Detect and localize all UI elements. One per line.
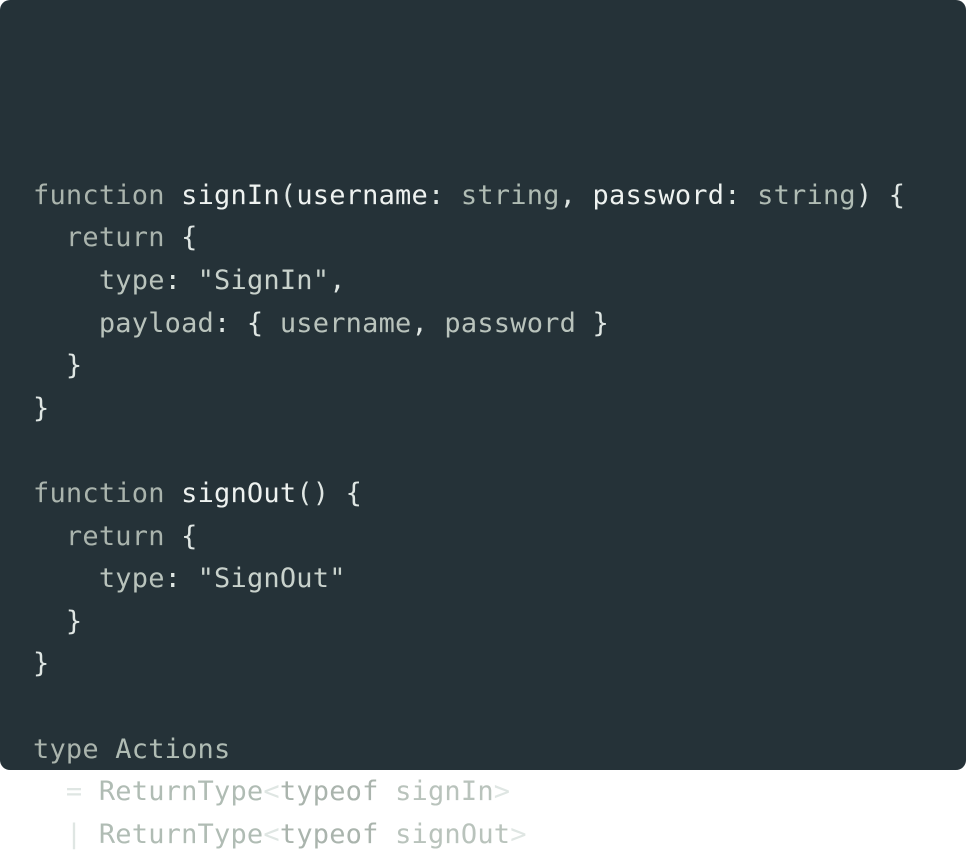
code-token-keyword: type bbox=[33, 733, 116, 765]
code-line: return { bbox=[33, 217, 966, 260]
code-line: type: "SignOut" bbox=[33, 558, 966, 601]
code-token-keyword: function bbox=[33, 477, 182, 509]
code-token-keyword: typeof bbox=[279, 818, 396, 850]
code-token-punct: { bbox=[181, 520, 198, 552]
code-token-type: string bbox=[460, 179, 560, 211]
code-line: function signOut() { bbox=[33, 473, 966, 516]
code-line: payload: { username, password } bbox=[33, 303, 966, 346]
code-token-keyword: function bbox=[33, 179, 182, 211]
code-token-punct: ( bbox=[279, 179, 297, 211]
code-token-keyword: typeof bbox=[279, 776, 396, 808]
code-token-punct: , bbox=[559, 179, 593, 211]
code-token-ref: signIn bbox=[395, 776, 494, 808]
code-token-punct: : bbox=[427, 179, 461, 211]
code-line: type Actions bbox=[33, 729, 966, 772]
code-token-punct: = bbox=[33, 776, 99, 808]
code-token-ref: username bbox=[279, 307, 412, 339]
code-token-ref: signOut bbox=[395, 818, 511, 850]
code-line: } bbox=[33, 388, 966, 431]
code-token-angle: > bbox=[510, 818, 527, 850]
code-token-prop: payload bbox=[33, 307, 215, 339]
code-token-name: password bbox=[592, 179, 725, 211]
code-token-prop: type bbox=[33, 264, 165, 296]
code-block: function signIn(username: string, passwo… bbox=[33, 47, 966, 856]
code-token-punct: : bbox=[724, 179, 758, 211]
code-token-name: signIn bbox=[181, 179, 280, 211]
code-token-type: string bbox=[757, 179, 856, 211]
code-token-punct: } bbox=[576, 307, 609, 339]
code-token-punct: : bbox=[164, 563, 198, 595]
code-line: } bbox=[33, 643, 966, 686]
code-token-ref: password bbox=[444, 307, 577, 339]
code-token-punct: , bbox=[329, 264, 346, 296]
code-line: type: "SignIn", bbox=[33, 260, 966, 303]
code-token-angle: < bbox=[263, 818, 280, 850]
code-line: } bbox=[33, 601, 966, 644]
code-line: | ReturnType<typeof signOut> bbox=[33, 814, 966, 856]
code-token-punct: , bbox=[411, 307, 445, 339]
code-token-angle: > bbox=[493, 776, 511, 808]
code-token-angle: < bbox=[263, 776, 280, 808]
code-token-punct: : bbox=[164, 264, 198, 296]
code-token-punct: } bbox=[33, 648, 50, 680]
code-token-punct: : { bbox=[214, 307, 280, 339]
code-token-name: username bbox=[296, 179, 428, 211]
code-token-prop: type bbox=[33, 563, 165, 595]
code-token-punct: () { bbox=[296, 477, 363, 509]
code-panel: function signIn(username: string, passwo… bbox=[0, 0, 966, 850]
code-line: } bbox=[33, 345, 966, 388]
code-token-type: Actions bbox=[115, 733, 231, 765]
code-token-punct: } bbox=[33, 605, 83, 637]
code-token-keyword: return bbox=[33, 520, 182, 552]
code-line: function signIn(username: string, passwo… bbox=[33, 175, 966, 218]
code-token-string: "SignOut" bbox=[197, 563, 346, 595]
code-line: = ReturnType<typeof signIn> bbox=[33, 771, 966, 814]
code-token-punct: } bbox=[33, 392, 50, 424]
code-token-keyword: return bbox=[33, 222, 182, 254]
code-token-punct: } bbox=[33, 350, 83, 382]
code-token-string: "SignIn" bbox=[197, 264, 330, 296]
code-token-type: ReturnType bbox=[98, 818, 264, 850]
code-line: return { bbox=[33, 516, 966, 559]
code-token-punct: { bbox=[181, 222, 198, 254]
code-token-punct: | bbox=[33, 818, 99, 850]
code-token-type: ReturnType bbox=[98, 776, 264, 808]
code-token-name: signOut bbox=[181, 477, 297, 509]
code-token-punct: ) { bbox=[855, 179, 906, 211]
